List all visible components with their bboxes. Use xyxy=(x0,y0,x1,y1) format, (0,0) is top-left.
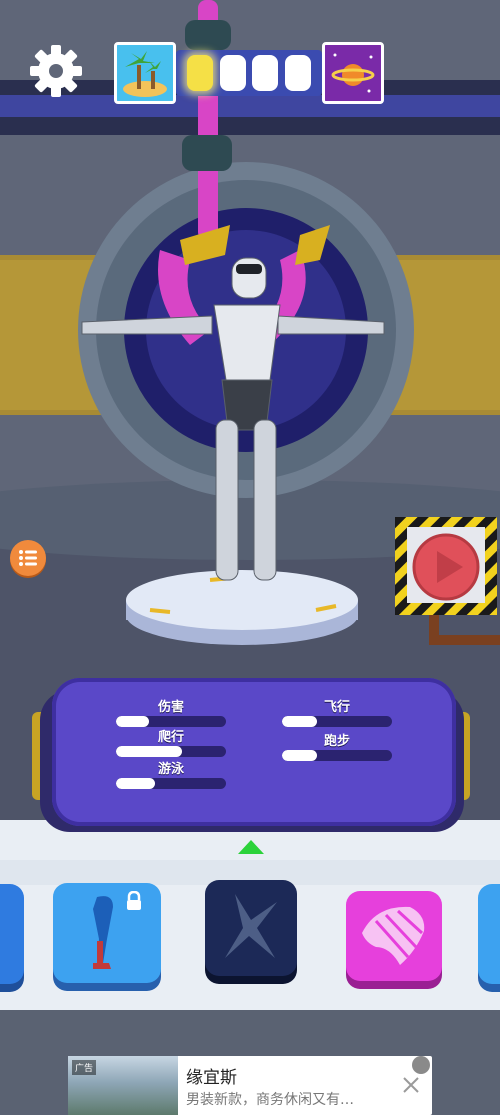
stat-bar xyxy=(282,716,392,727)
stat-climb: 爬行 xyxy=(116,726,226,757)
ad-image: 广告 xyxy=(68,1056,178,1115)
lock-icon xyxy=(127,891,141,910)
stat-damage: 伤害 xyxy=(116,696,226,727)
list-icon xyxy=(19,550,37,566)
stat-bar-fill xyxy=(116,778,155,789)
gear-icon xyxy=(30,45,82,97)
close-icon xyxy=(403,1077,419,1093)
part-card-wing[interactable] xyxy=(346,891,442,981)
stat-label: 爬行 xyxy=(157,730,184,745)
menu-button[interactable] xyxy=(10,540,46,576)
settings-button[interactable] xyxy=(28,43,84,99)
progress-slot xyxy=(252,55,279,91)
stat-bar xyxy=(282,750,392,761)
level-progress xyxy=(114,42,384,106)
stat-bar xyxy=(116,778,226,789)
ad-title: 缘宜斯 xyxy=(186,1068,237,1088)
part-card-left-edge[interactable] xyxy=(0,884,24,984)
planet-icon xyxy=(322,42,384,104)
part-card-leg[interactable] xyxy=(53,883,161,983)
stat-fly: 飞行 xyxy=(282,696,392,727)
stat-bar-fill xyxy=(282,750,318,761)
stat-label: 飞行 xyxy=(323,700,350,715)
selection-arrow-icon xyxy=(238,840,264,854)
sword-legs-icon xyxy=(225,894,277,958)
island-icon xyxy=(114,42,176,104)
ad-banner[interactable]: 广告 缘宜斯 男装新款，商务休闲又有… xyxy=(68,1056,432,1115)
progress-slot xyxy=(219,55,246,91)
stat-bar xyxy=(116,746,226,757)
stat-label: 伤害 xyxy=(157,700,184,715)
leg-icon xyxy=(93,896,113,969)
stat-label: 游泳 xyxy=(157,762,184,777)
part-card-sword[interactable] xyxy=(205,880,297,976)
progress-slot xyxy=(186,55,213,91)
stat-bar-fill xyxy=(116,746,182,757)
stat-swim: 游泳 xyxy=(116,758,226,789)
stat-run: 跑步 xyxy=(282,730,392,761)
progress-slots xyxy=(176,50,322,96)
part-card-right-edge[interactable] xyxy=(478,884,500,984)
ad-tag: 广告 xyxy=(72,1060,97,1075)
play-button[interactable] xyxy=(395,517,497,615)
wing-icon xyxy=(362,906,425,965)
stat-bar-fill xyxy=(282,716,318,727)
progress-slot xyxy=(285,55,312,91)
ad-description: 男装新款，商务休闲又有… xyxy=(186,1092,354,1108)
ad-close-button[interactable] xyxy=(396,1070,426,1100)
stat-label: 跑步 xyxy=(323,734,350,749)
play-icon xyxy=(395,517,497,615)
stats-panel: 伤害 爬行 游泳 飞行 跑步 xyxy=(52,678,456,826)
